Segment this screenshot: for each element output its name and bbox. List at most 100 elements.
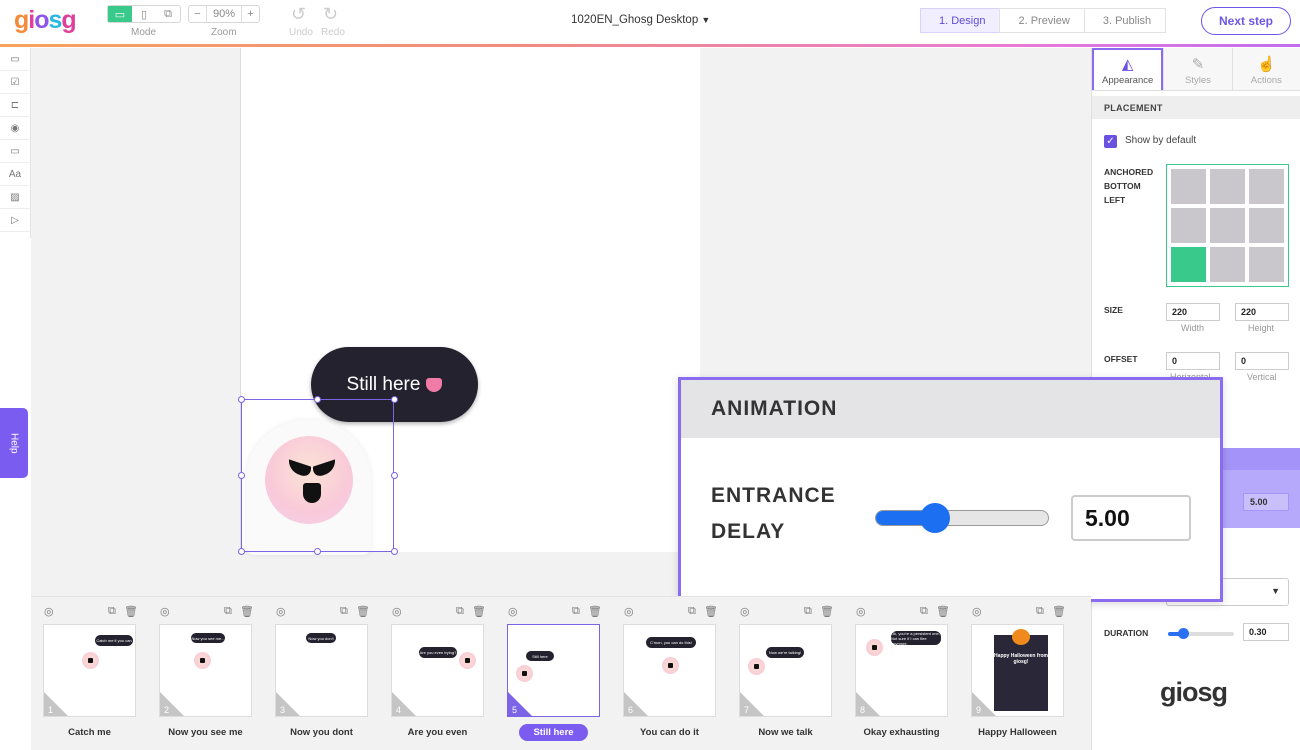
slide-duplicate-icon[interactable]: ⧉: [108, 605, 116, 618]
slide-duplicate-icon[interactable]: ⧉: [572, 605, 580, 618]
slide-delete-icon[interactable]: 🗑: [1052, 605, 1066, 618]
duration-input[interactable]: 0.30: [1243, 623, 1289, 641]
resize-handle[interactable]: [391, 396, 398, 403]
slide-delete-icon[interactable]: 🗑: [820, 605, 834, 618]
slide-delete-icon[interactable]: 🗑: [240, 605, 254, 618]
tab-styles[interactable]: ✎ Styles: [1163, 48, 1232, 90]
slide-thumbnail[interactable]: C'mon, you can do this! 6: [623, 624, 716, 717]
checkbox-tool-icon[interactable]: ☑: [0, 71, 30, 94]
slide-thumbnail[interactable]: Ok, you're a persistent one. Not sure if…: [855, 624, 948, 717]
slide-target-icon[interactable]: ◎: [856, 605, 866, 618]
offset-vertical-input[interactable]: 0: [1235, 352, 1289, 370]
duration-slider[interactable]: [1168, 628, 1234, 639]
slide-label[interactable]: Now we talk: [739, 727, 832, 738]
anchor-bottom-left[interactable]: [1171, 247, 1206, 282]
undo-icon[interactable]: ↺: [291, 4, 306, 25]
resize-handle[interactable]: [314, 548, 321, 555]
slide-delete-icon[interactable]: 🗑: [704, 605, 718, 618]
step-design[interactable]: 1. Design: [920, 8, 1001, 33]
selection-box[interactable]: [241, 399, 394, 552]
resize-handle[interactable]: [314, 396, 321, 403]
slide-delete-icon[interactable]: 🗑: [588, 605, 602, 618]
tab-appearance[interactable]: ◭ Appearance: [1092, 48, 1164, 90]
anchor-top-right[interactable]: [1249, 169, 1284, 204]
desktop-mode-icon[interactable]: ▭: [108, 6, 132, 22]
slide-duplicate-icon[interactable]: ⧉: [688, 605, 696, 618]
slide-thumbnail[interactable]: Happy Halloween from giosg! 9: [971, 624, 1064, 717]
slide-target-icon[interactable]: ◎: [624, 605, 634, 618]
radio-tool-icon[interactable]: ◉: [0, 117, 30, 140]
slide-thumbnail[interactable]: Catch me if you can 1: [43, 624, 136, 717]
document-title-dropdown[interactable]: 1020EN_Ghosg Desktop ▼: [571, 14, 710, 26]
slide-target-icon[interactable]: ◎: [44, 605, 54, 618]
mobile-mode-icon[interactable]: ▯: [132, 6, 156, 22]
redo-icon[interactable]: ↻: [323, 4, 338, 25]
text-field-tool-icon[interactable]: ▭: [0, 48, 30, 71]
anchor-middle-left[interactable]: [1171, 208, 1206, 243]
slide-thumbnail[interactable]: Still here 5: [507, 624, 600, 717]
tab-label: Appearance: [1102, 75, 1154, 86]
slide-thumbnail[interactable]: Now you don't 3: [275, 624, 368, 717]
slide-thumbnail[interactable]: Now we're talking! 7: [739, 624, 832, 717]
slide-target-icon[interactable]: ◎: [972, 605, 982, 618]
slide-duplicate-icon[interactable]: ⧉: [920, 605, 928, 618]
width-input[interactable]: 220: [1166, 303, 1220, 321]
slide-delete-icon[interactable]: 🗑: [124, 605, 138, 618]
slide-target-icon[interactable]: ◎: [392, 605, 402, 618]
toggle-tool-icon[interactable]: ▭: [0, 140, 30, 163]
slide-delete-icon[interactable]: 🗑: [356, 605, 370, 618]
slide-duplicate-icon[interactable]: ⧉: [1036, 605, 1044, 618]
slide-duplicate-icon[interactable]: ⧉: [804, 605, 812, 618]
slide-label[interactable]: Now you dont: [275, 727, 368, 738]
slide-target-icon[interactable]: ◎: [740, 605, 750, 618]
entrance-delay-small-input[interactable]: 5.00: [1243, 493, 1289, 511]
slide-duplicate-icon[interactable]: ⧉: [456, 605, 464, 618]
slide-label[interactable]: Catch me: [43, 727, 136, 738]
slide-target-icon[interactable]: ◎: [160, 605, 170, 618]
slide-label[interactable]: Okay exhausting: [855, 727, 948, 738]
entrance-delay-slider[interactable]: [875, 503, 1049, 533]
slide-label[interactable]: Are you even: [391, 727, 484, 738]
help-button[interactable]: Help: [0, 408, 28, 478]
anchor-top-center[interactable]: [1210, 169, 1245, 204]
slide-thumbnail[interactable]: Are you even trying? 4: [391, 624, 484, 717]
slide-delete-icon[interactable]: 🗑: [936, 605, 950, 618]
slide-label[interactable]: Happy Halloween: [971, 727, 1064, 738]
slide-duplicate-icon[interactable]: ⧉: [224, 605, 232, 618]
slide-label[interactable]: Still here: [507, 724, 600, 741]
tab-actions[interactable]: ☝ Actions: [1231, 48, 1300, 90]
offset-horizontal-input[interactable]: 0: [1166, 352, 1220, 370]
anchor-middle-center[interactable]: [1210, 208, 1245, 243]
height-input[interactable]: 220: [1235, 303, 1289, 321]
slide-label[interactable]: You can do it: [623, 727, 716, 738]
zoom-out-button[interactable]: −: [189, 6, 207, 22]
responsive-mode-icon[interactable]: ⧉: [156, 6, 180, 22]
anchor-bottom-right[interactable]: [1249, 247, 1284, 282]
button-tool-icon[interactable]: ⊏: [0, 94, 30, 117]
resize-handle[interactable]: [238, 396, 245, 403]
image-tool-icon[interactable]: ▨: [0, 186, 30, 209]
resize-handle[interactable]: [391, 472, 398, 479]
text-tool-icon[interactable]: Aa: [0, 163, 30, 186]
duration-slider-knob[interactable]: [1178, 628, 1189, 639]
slide-target-icon[interactable]: ◎: [508, 605, 518, 618]
video-tool-icon[interactable]: ▷: [0, 209, 30, 232]
slide-duplicate-icon[interactable]: ⧉: [340, 605, 348, 618]
slide-label[interactable]: Now you see me: [159, 727, 252, 738]
step-publish[interactable]: 3. Publish: [1083, 8, 1167, 33]
show-by-default-checkbox[interactable]: ✓: [1104, 135, 1117, 148]
next-step-button[interactable]: Next step: [1201, 7, 1291, 35]
zoom-in-button[interactable]: +: [241, 6, 259, 22]
resize-handle[interactable]: [391, 548, 398, 555]
slide-thumbnail[interactable]: Now you see me... 2: [159, 624, 252, 717]
resize-handle[interactable]: [238, 548, 245, 555]
entrance-delay-input[interactable]: 5.00: [1071, 495, 1191, 541]
slide-delete-icon[interactable]: 🗑: [472, 605, 486, 618]
entrance-delay-slider-knob[interactable]: [920, 503, 950, 533]
anchor-middle-right[interactable]: [1249, 208, 1284, 243]
anchor-bottom-center[interactable]: [1210, 247, 1245, 282]
slide-target-icon[interactable]: ◎: [276, 605, 286, 618]
step-preview[interactable]: 2. Preview: [999, 8, 1085, 33]
anchor-top-left[interactable]: [1171, 169, 1206, 204]
resize-handle[interactable]: [238, 472, 245, 479]
